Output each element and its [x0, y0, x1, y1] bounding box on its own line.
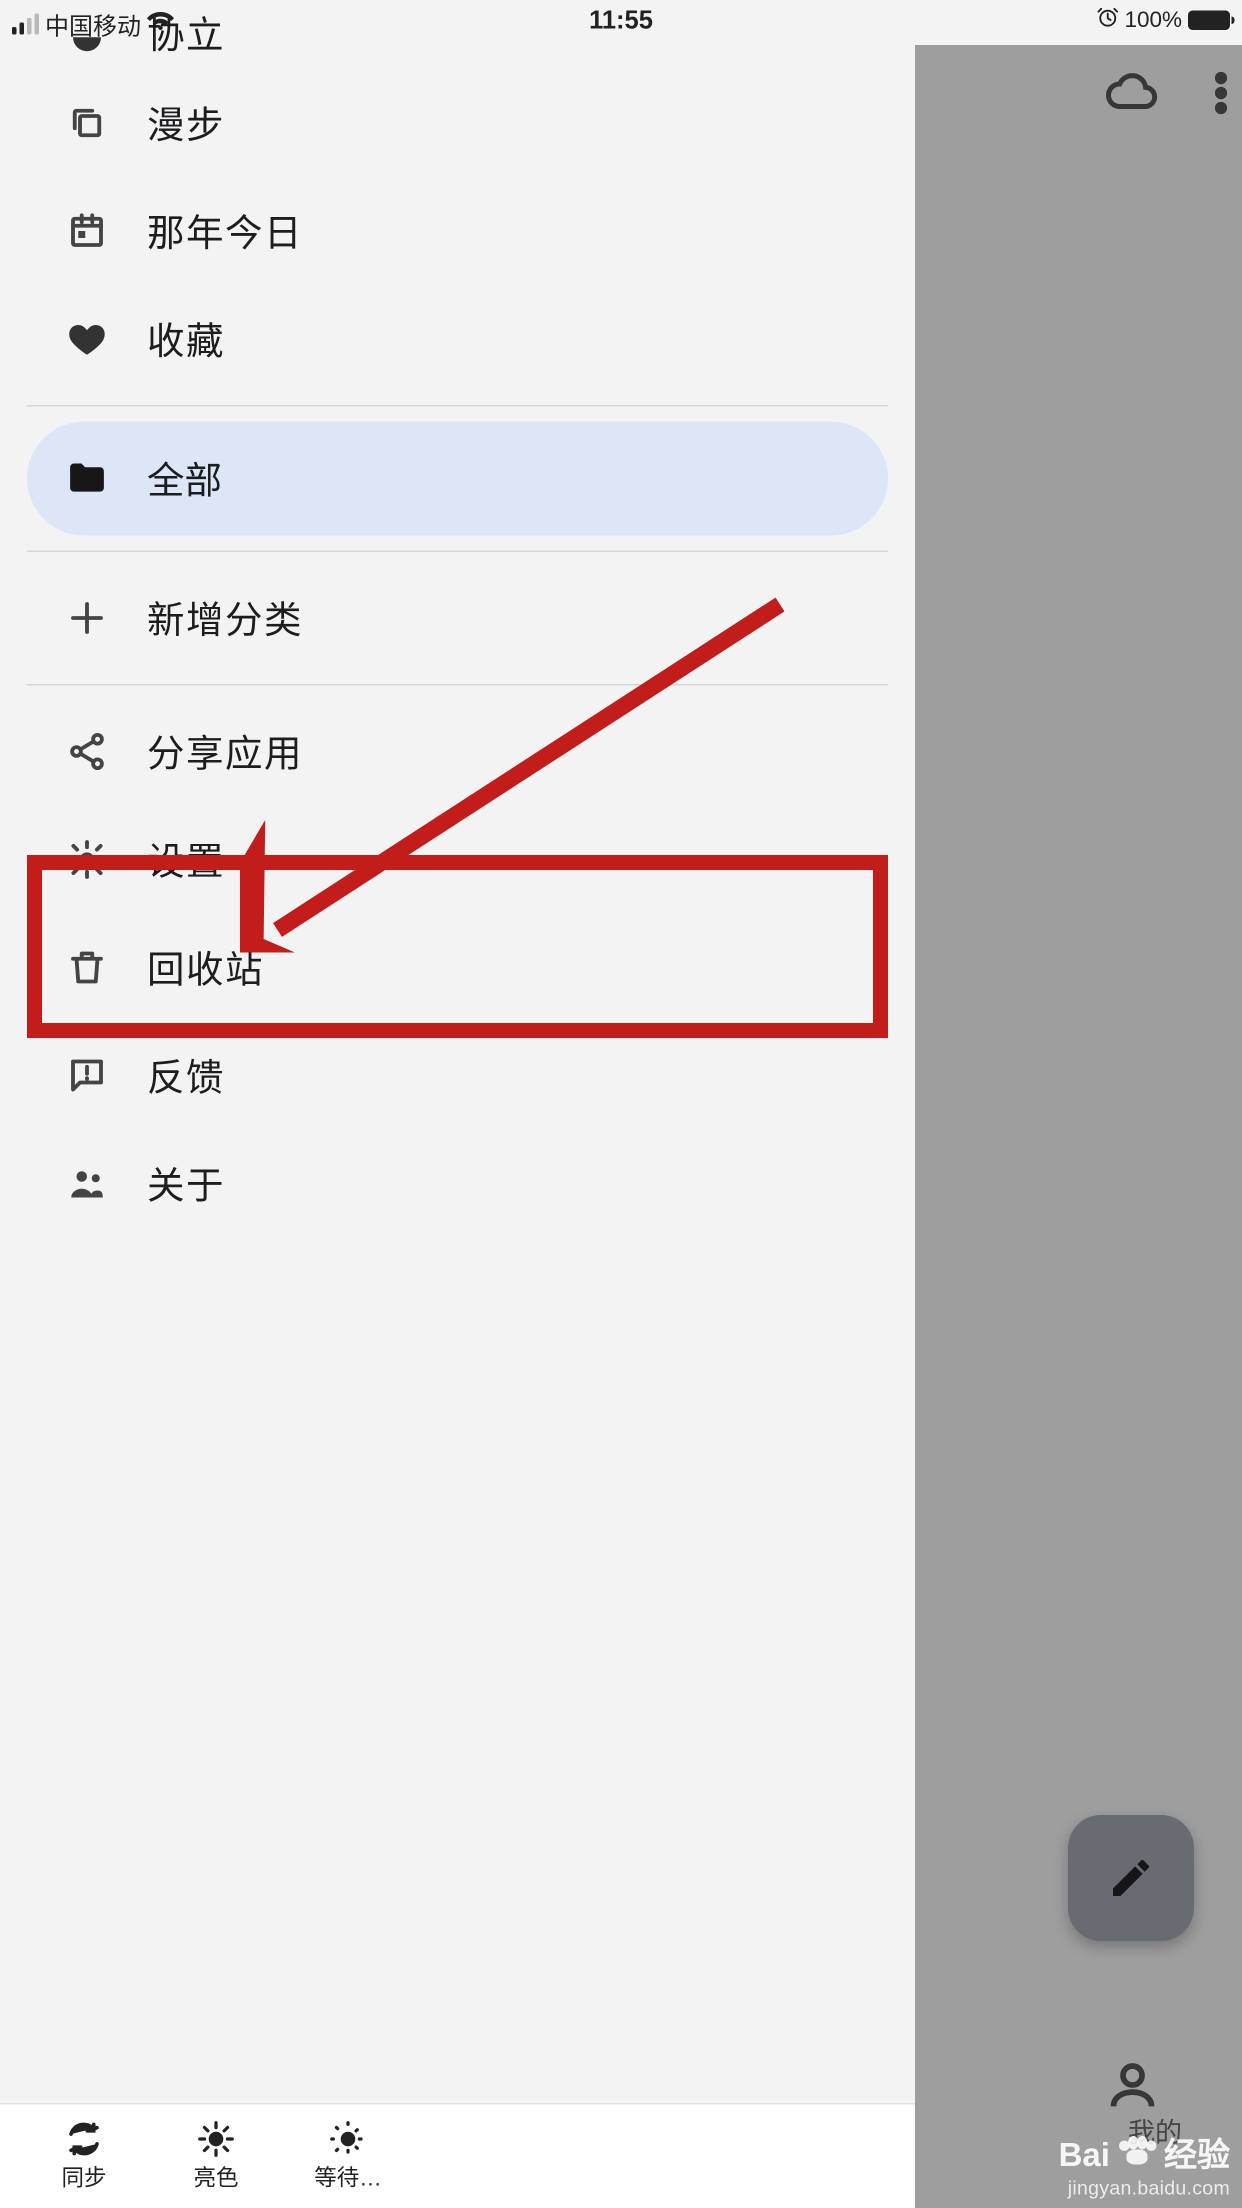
bottom-wait-button[interactable]: 等待… [297, 2120, 399, 2194]
navigation-drawer: 协立 漫步 那年今日 收藏 [0, 0, 915, 2208]
calendar-icon [60, 210, 114, 252]
drawer-item-thatday[interactable]: 那年今日 [0, 177, 915, 285]
drawer-item-label: 设置 [147, 833, 225, 887]
status-bar: 中国移动 11:55 100% [0, 0, 1242, 45]
drawer-item-label: 漫步 [147, 96, 225, 150]
drawer-item-settings[interactable]: 设置 [0, 806, 915, 914]
drawer-item-label: 收藏 [147, 312, 225, 366]
drawer-item-walk[interactable]: 漫步 [0, 69, 915, 177]
drawer-item-label: 新增分类 [147, 591, 303, 645]
divider [27, 684, 888, 686]
drawer-item-all-selected[interactable]: 全部 [27, 422, 888, 536]
carrier-label: 中国移动 [45, 6, 141, 42]
drawer-item-favorites[interactable]: 收藏 [0, 285, 915, 393]
drawer-item-label: 全部 [147, 452, 222, 506]
dim-overlay[interactable] [915, 45, 1242, 2208]
paw-icon [1119, 2136, 1155, 2166]
wifi-icon [147, 7, 174, 42]
drawer-item-about[interactable]: 关于 [0, 1130, 915, 1238]
plus-icon [60, 597, 114, 639]
drawer-bottom-bar: 同步 亮色 等待… [0, 2103, 915, 2208]
signal-icon [12, 14, 39, 35]
battery-icon [1188, 11, 1230, 31]
drawer-item-share[interactable]: 分享应用 [0, 698, 915, 806]
bottom-sync-button[interactable]: 同步 [33, 2120, 135, 2194]
folder-icon [60, 456, 114, 501]
share-icon [60, 731, 114, 773]
drawer-item-label: 分享应用 [147, 725, 303, 779]
divider [27, 405, 888, 407]
drawer-item-label: 关于 [147, 1157, 225, 1211]
trash-icon [60, 947, 114, 989]
alarm-icon [1096, 6, 1119, 35]
watermark: Bai 经验 jingyan.baidu.com [1059, 2129, 1230, 2200]
people-icon [60, 1163, 114, 1205]
drawer-item-label: 回收站 [147, 941, 264, 995]
watermark-url: jingyan.baidu.com [1059, 2177, 1230, 2200]
copy-icon [60, 102, 114, 144]
gear-icon [60, 839, 114, 881]
divider [27, 551, 888, 553]
bottom-label: 等待… [314, 2162, 382, 2194]
battery-percent: 100% [1124, 8, 1182, 34]
feedback-icon [60, 1055, 114, 1097]
drawer-item-recycle[interactable]: 回收站 [0, 914, 915, 1022]
bottom-label: 亮色 [193, 2162, 238, 2194]
drawer-item-add-category[interactable]: 新增分类 [0, 564, 915, 672]
bottom-theme-button[interactable]: 亮色 [165, 2120, 267, 2194]
bottom-label: 同步 [61, 2162, 106, 2194]
watermark-brand-prefix: Bai [1059, 2136, 1110, 2175]
drawer-item-label: 那年今日 [147, 204, 303, 258]
heart-icon [60, 318, 114, 360]
drawer-item-label: 反馈 [147, 1049, 225, 1103]
watermark-brand-suffix: 经验 [1164, 2129, 1230, 2177]
status-time: 11:55 [589, 6, 653, 36]
drawer-item-feedback[interactable]: 反馈 [0, 1022, 915, 1130]
